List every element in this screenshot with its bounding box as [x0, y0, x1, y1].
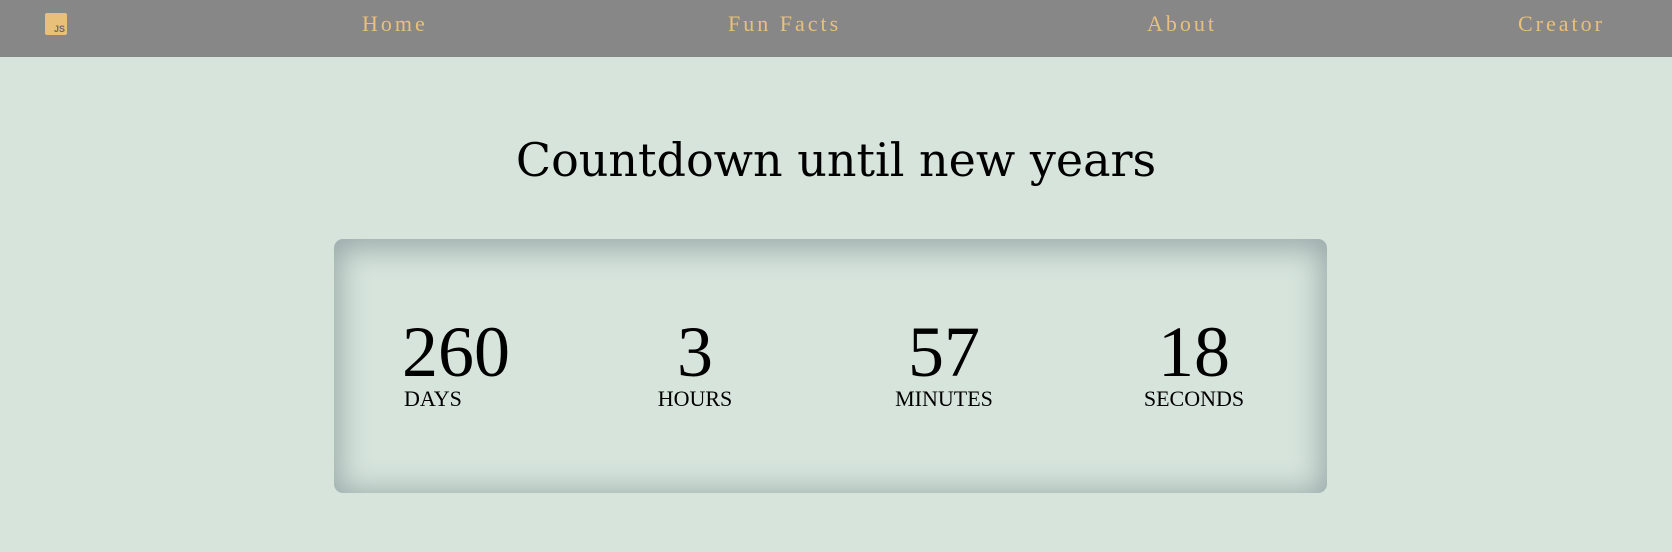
days-value: 260 — [402, 312, 510, 392]
minutes-value: 57 — [908, 312, 980, 392]
countdown-minutes: 57 MINUTES — [884, 312, 1004, 412]
countdown-seconds: 18 SECONDS — [1134, 312, 1254, 412]
logo-text: JS — [53, 24, 65, 34]
nav-link-home[interactable]: Home — [362, 11, 428, 37]
nav-link-fun-facts[interactable]: Fun Facts — [728, 11, 841, 37]
hours-value: 3 — [677, 312, 713, 392]
countdown-days: 260 DAYS — [402, 312, 524, 412]
countdown-panel: 260 DAYS 3 HOURS 57 MINUTES 18 SECONDS — [334, 239, 1327, 493]
minutes-label: MINUTES — [895, 386, 993, 411]
hours-label: HOURS — [657, 386, 733, 411]
seconds-value: 18 — [1158, 312, 1230, 392]
page-title: Countdown until new years — [515, 133, 1157, 187]
js-logo-icon[interactable]: JS — [45, 13, 67, 35]
countdown-hours: 3 HOURS — [650, 312, 740, 412]
nav-link-about[interactable]: About — [1147, 11, 1217, 37]
navbar: JS Home Fun Facts About Creator — [0, 0, 1672, 57]
nav-link-creator[interactable]: Creator — [1518, 11, 1605, 37]
seconds-label: SECONDS — [1143, 386, 1245, 411]
